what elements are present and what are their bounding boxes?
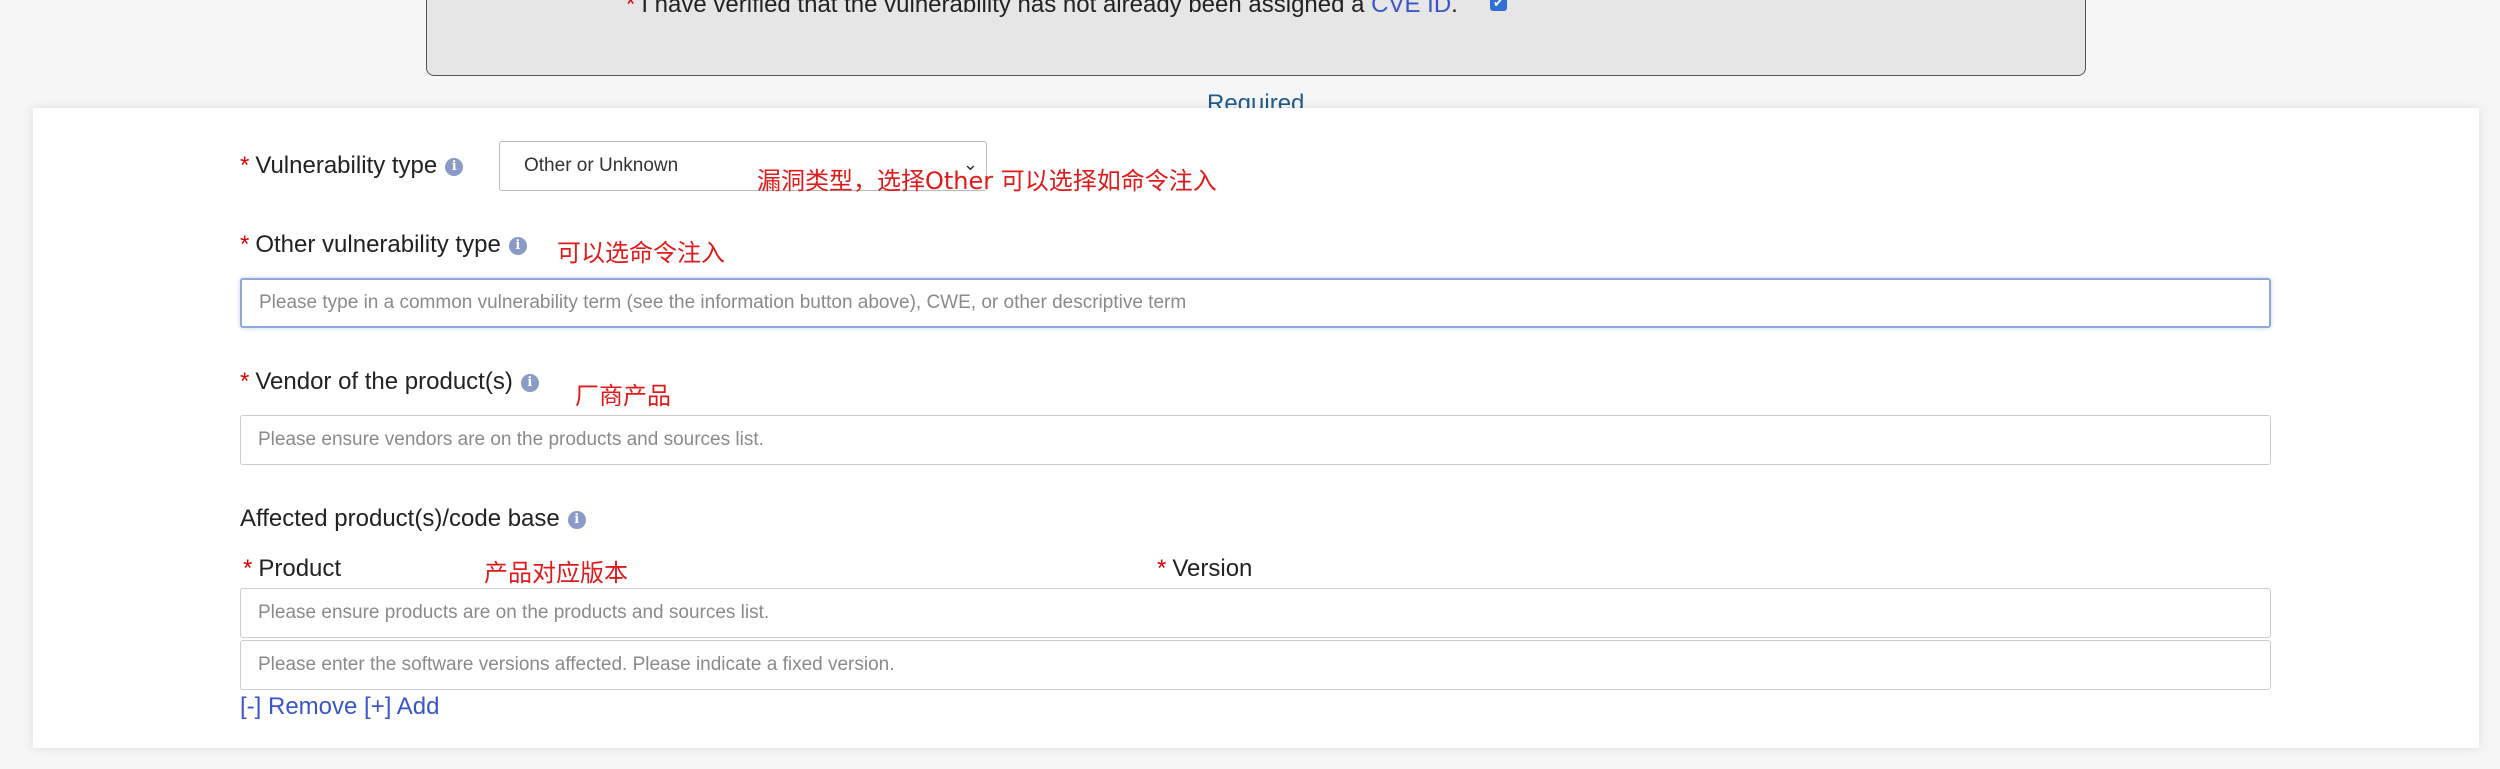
vulnerability-type-annotation: 漏洞类型，选择Other 可以选择如命令注入 [757,167,1217,195]
remove-add-controls: [-] Remove [+] Add [240,693,439,721]
required-asterisk: * [240,368,250,395]
product-version-annotation: 产品对应版本 [484,559,628,587]
add-button[interactable]: [+] Add [364,693,439,720]
vendor-input[interactable] [240,415,2271,465]
verification-text: I have verified that the vulnerability h… [641,0,1372,18]
info-icon[interactable]: i [567,510,586,529]
other-vulnerability-type-input[interactable] [240,278,2271,328]
verification-suffix: . [1451,0,1458,18]
affected-products-label: Affected product(s)/code base i [240,505,586,533]
vendor-label-text: Vendor of the product(s) [255,368,513,395]
vulnerability-type-text: Vulnerability type [255,152,438,179]
verification-checkbox[interactable]: ✔ [1490,0,1507,11]
vendor-label: * Vendor of the product(s) i [240,368,539,396]
product-label: * Product [243,555,341,583]
other-vulnerability-type-text: Other vulnerability type [255,231,501,258]
verification-statement: * I have verified that the vulnerability … [626,0,1458,19]
product-input[interactable] [240,588,2271,638]
vulnerability-type-label: * Vulnerability type i [240,152,464,180]
version-label-text: Version [1172,555,1253,582]
other-vulnerability-type-label: * Other vulnerability type i [240,231,527,259]
affected-products-text: Affected product(s)/code base [240,505,560,532]
remove-button[interactable]: [-] Remove [240,693,357,720]
product-label-text: Product [258,555,342,582]
required-asterisk: * [626,0,636,18]
other-vulnerability-type-annotation: 可以选命令注入 [557,239,725,267]
required-asterisk: * [240,152,250,179]
version-label: * Version [1157,555,1252,583]
info-icon[interactable]: i [520,373,539,392]
vulnerability-type-selected: Other or Unknown [524,155,679,176]
required-asterisk: * [243,555,253,582]
cve-id-link[interactable]: CVE ID [1371,0,1451,18]
required-asterisk: * [240,231,250,258]
info-icon[interactable]: i [508,236,527,255]
required-asterisk: * [1157,555,1167,582]
version-input[interactable] [240,640,2271,690]
info-icon[interactable]: i [445,157,464,176]
vendor-annotation: 厂商产品 [575,382,671,410]
